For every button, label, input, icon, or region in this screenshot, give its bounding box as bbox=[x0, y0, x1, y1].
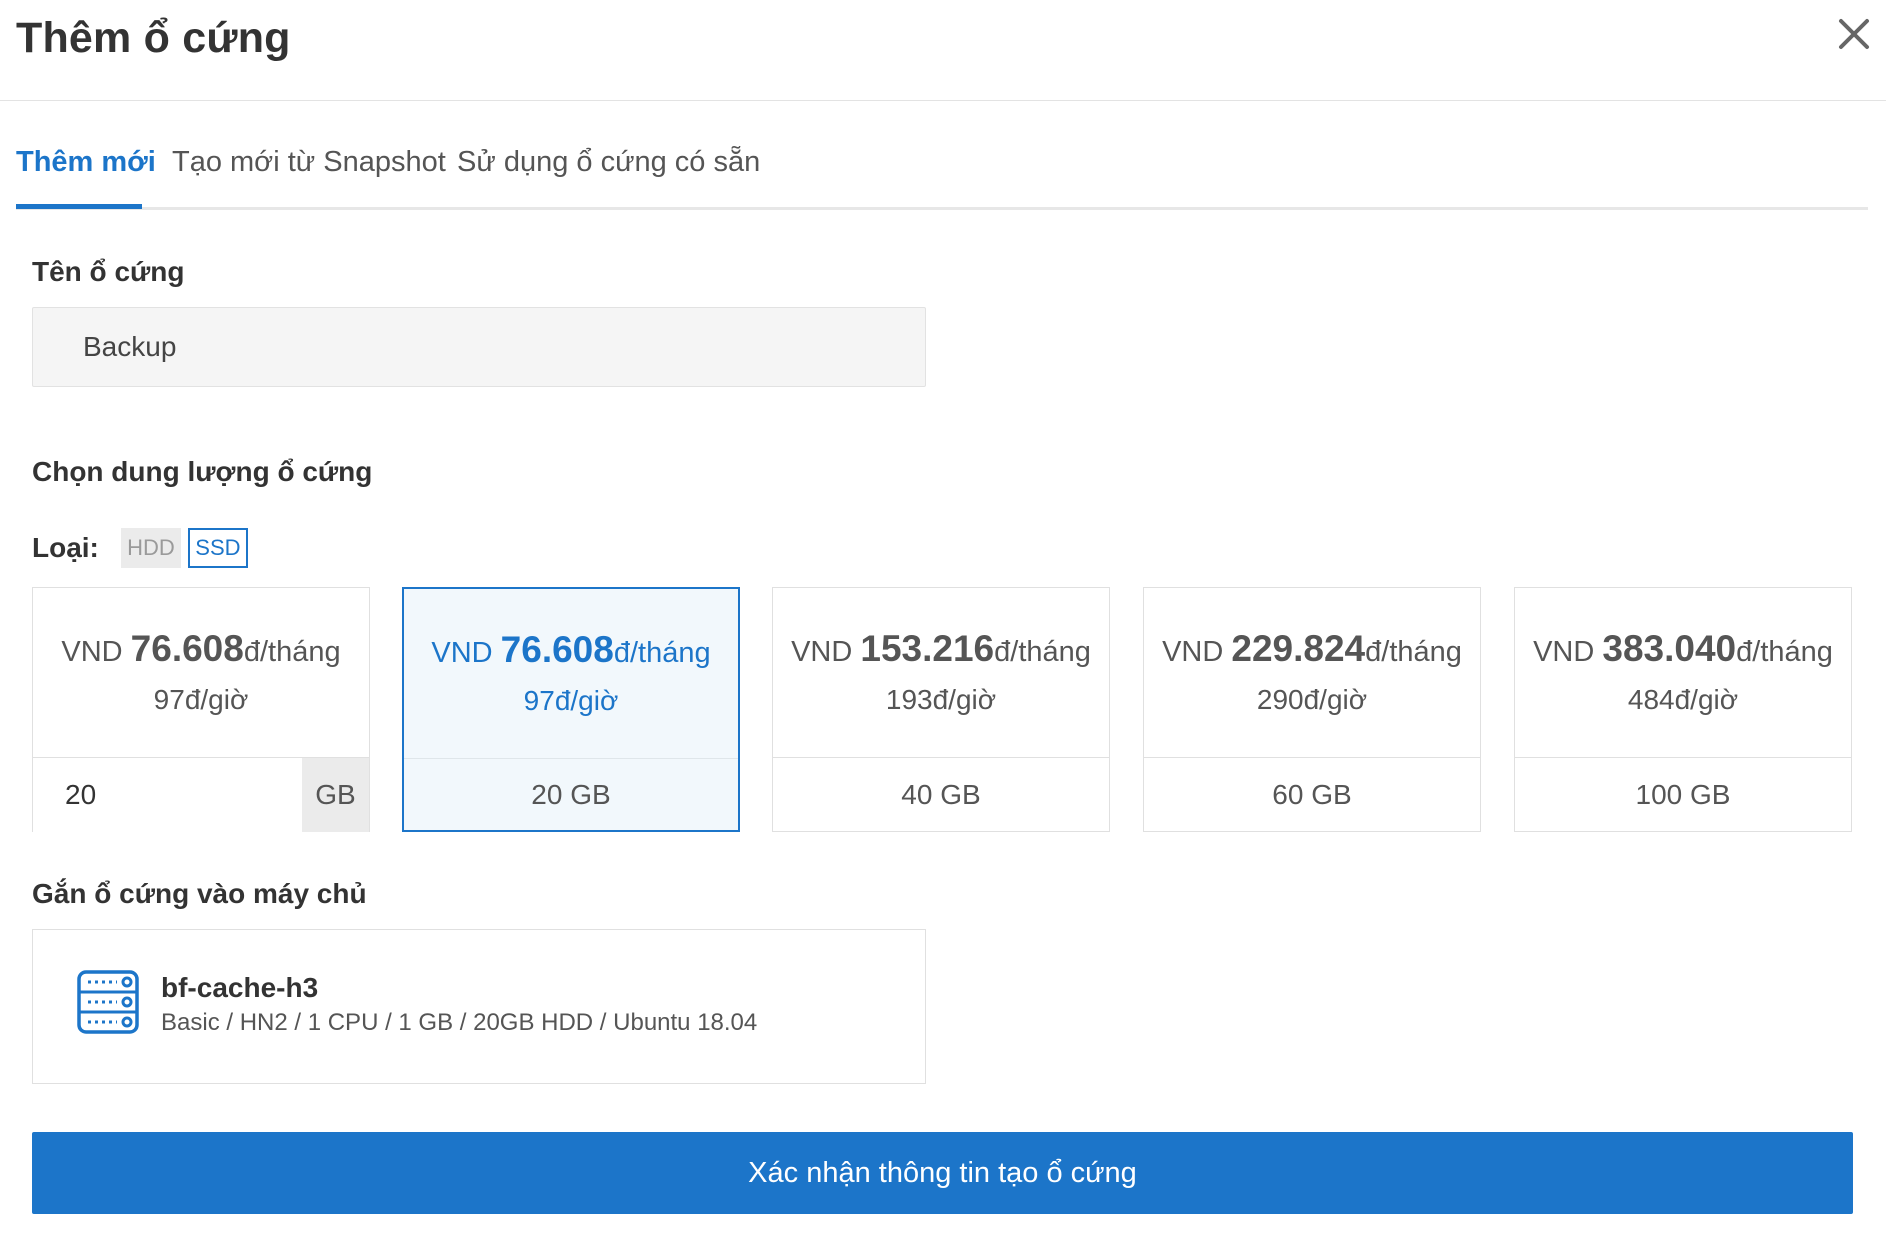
plan-currency: VND bbox=[61, 636, 123, 668]
plan-card-100gb[interactable]: VND 383.040đ/tháng 484đ/giờ 100 GB bbox=[1514, 587, 1852, 832]
plan-currency: VND bbox=[1162, 636, 1224, 668]
plan-price-area: VND 76.608đ/tháng 97đ/giờ bbox=[33, 588, 369, 758]
disk-type-selector: Loại: HDD SSD bbox=[32, 528, 255, 568]
server-description: Basic / HN2 / 1 CPU / 1 GB / 20GB HDD / … bbox=[161, 1009, 758, 1036]
close-icon[interactable] bbox=[1832, 12, 1876, 56]
tab-existing-disk[interactable]: Sử dụng ổ cứng có sẵn bbox=[457, 146, 760, 179]
confirm-create-disk-button[interactable]: Xác nhận thông tin tạo ổ cứng bbox=[32, 1132, 1853, 1214]
plan-price-unit: đ/tháng bbox=[613, 637, 711, 669]
plan-price-unit: đ/tháng bbox=[1365, 636, 1462, 668]
plan-price-area: VND 76.608đ/tháng 97đ/giờ bbox=[404, 589, 738, 759]
tab-them-moi[interactable]: Thêm mới bbox=[16, 146, 156, 179]
type-hdd-button[interactable]: HDD bbox=[120, 528, 181, 568]
plan-card-60gb[interactable]: VND 229.824đ/tháng 290đ/giờ 60 GB bbox=[1143, 587, 1481, 832]
plan-price-value: 383.040 bbox=[1602, 628, 1737, 669]
plan-price-value: 229.824 bbox=[1231, 628, 1366, 669]
plan-price-value: 76.608 bbox=[130, 628, 244, 669]
plan-size: 60 GB bbox=[1272, 778, 1352, 810]
plan-hourly: 484đ/giờ bbox=[1627, 684, 1739, 715]
plan-size: 20 GB bbox=[531, 778, 611, 810]
plan-hourly: 290đ/giờ bbox=[1256, 684, 1368, 715]
custom-size-unit: GB bbox=[302, 758, 369, 832]
plan-price-unit: đ/tháng bbox=[243, 636, 341, 668]
plan-price: VND 153.216đ/tháng bbox=[773, 628, 1109, 670]
plan-card-custom[interactable]: VND 76.608đ/tháng 97đ/giờ GB bbox=[32, 587, 370, 832]
plan-hourly: 97đ/giờ bbox=[523, 685, 619, 716]
tab-bar: Thêm mới Tạo mới từ Snapshot Sử dụng ổ c… bbox=[16, 130, 1868, 210]
server-icon bbox=[77, 970, 139, 1034]
plan-price-value: 153.216 bbox=[860, 628, 995, 669]
plan-price: VND 76.608đ/tháng bbox=[33, 628, 369, 670]
capacity-label: Chọn dung lượng ổ cứng bbox=[32, 456, 373, 487]
tab-snapshot[interactable]: Tạo mới từ Snapshot bbox=[172, 146, 446, 179]
plan-price-unit: đ/tháng bbox=[1736, 636, 1833, 668]
plan-currency: VND bbox=[1533, 636, 1595, 668]
plan-hourly: 193đ/giờ bbox=[885, 684, 997, 715]
plan-price-unit: đ/tháng bbox=[994, 636, 1091, 668]
attach-server-label: Gắn ổ cứng vào máy chủ bbox=[32, 878, 367, 909]
dialog-header: Thêm ổ cứng bbox=[0, 0, 1886, 101]
plan-price-area: VND 383.040đ/tháng 484đ/giờ bbox=[1515, 588, 1851, 758]
plan-card-40gb[interactable]: VND 153.216đ/tháng 193đ/giờ 40 GB bbox=[772, 587, 1110, 832]
type-ssd-button[interactable]: SSD bbox=[187, 528, 248, 568]
plan-price-value: 76.608 bbox=[500, 629, 614, 670]
plan-price: VND 229.824đ/tháng bbox=[1144, 628, 1480, 670]
plan-card-20gb[interactable]: VND 76.608đ/tháng 97đ/giờ 20 GB bbox=[402, 587, 740, 832]
active-tab-indicator bbox=[16, 204, 142, 209]
plan-price: VND 76.608đ/tháng bbox=[404, 629, 738, 671]
disk-name-label: Tên ổ cứng bbox=[32, 256, 185, 287]
plan-size: 40 GB bbox=[901, 778, 981, 810]
server-name: bf-cache-h3 bbox=[161, 972, 319, 1003]
plan-size: 100 GB bbox=[1635, 778, 1731, 810]
plan-hourly: 97đ/giờ bbox=[153, 684, 249, 715]
plan-currency: VND bbox=[431, 637, 493, 669]
custom-size-field: GB bbox=[33, 758, 369, 832]
plan-price-area: VND 229.824đ/tháng 290đ/giờ bbox=[1144, 588, 1480, 758]
plan-currency: VND bbox=[791, 636, 853, 668]
custom-size-input[interactable] bbox=[33, 758, 303, 832]
disk-name-input[interactable] bbox=[32, 307, 926, 387]
server-option[interactable]: bf-cache-h3 Basic / HN2 / 1 CPU / 1 GB /… bbox=[32, 929, 926, 1084]
plan-price-area: VND 153.216đ/tháng 193đ/giờ bbox=[773, 588, 1109, 758]
dialog-title: Thêm ổ cứng bbox=[16, 14, 291, 62]
type-label: Loại: bbox=[32, 532, 99, 563]
plan-price: VND 383.040đ/tháng bbox=[1515, 628, 1851, 670]
